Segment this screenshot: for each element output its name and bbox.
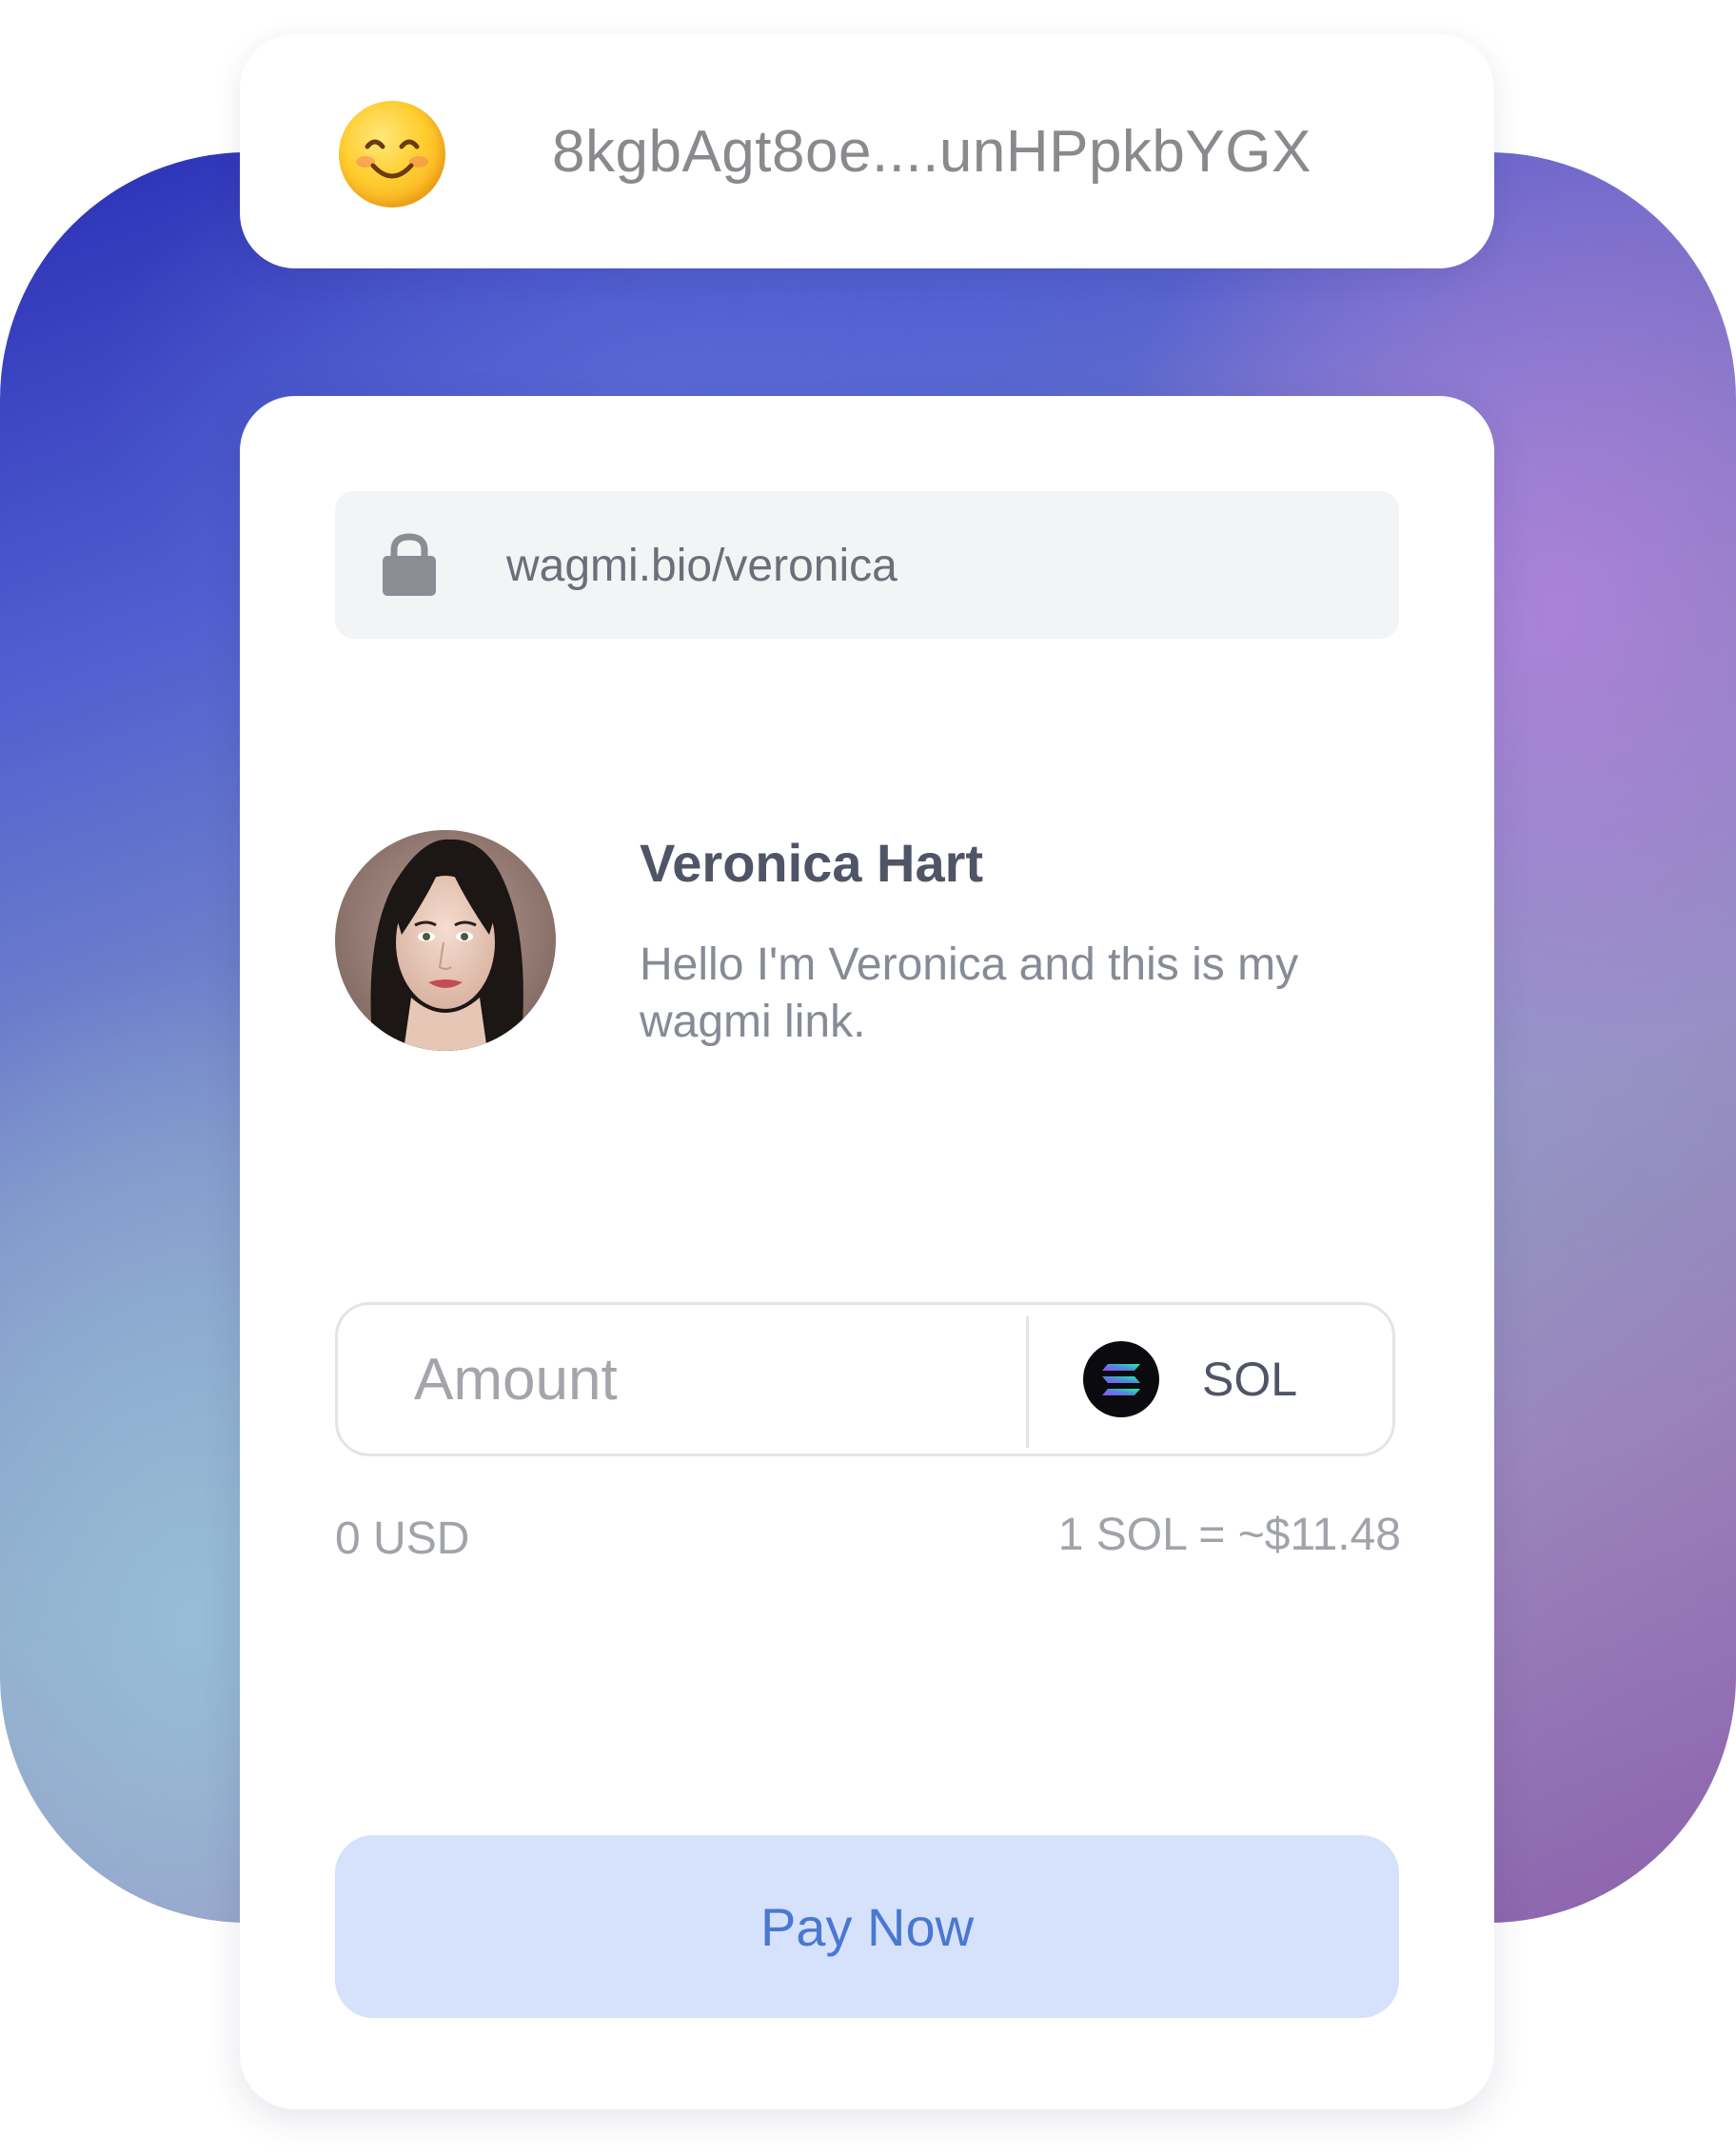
profile-avatar [335,830,556,1051]
exchange-rate: 1 SOL = ~$11.48 [1057,1510,1401,1560]
profile-url: wagmi.bio/veronica [506,541,898,591]
lock-icon [383,533,436,596]
pay-now-button[interactable]: Pay Now [335,1835,1399,2018]
currency-selector[interactable]: SOL [1029,1305,1392,1453]
solana-icon [1083,1341,1159,1417]
payment-card: wagmi.bio/veronica Veronica Hart Hello I… [240,396,1494,2109]
profile-url-bar[interactable]: wagmi.bio/veronica [335,491,1399,639]
amount-input[interactable] [338,1305,1023,1453]
currency-label: SOL [1202,1353,1298,1406]
amount-field-group: SOL [335,1302,1395,1456]
profile-name: Veronica Hart [640,833,984,893]
usd-value: 0 USD [335,1513,470,1564]
smiling-face-icon [339,101,445,208]
profile-bio: Hello I'm Veronica and this is my wagmi … [640,939,1299,1047]
wallet-address: 8kgbAgt8oe....unHPpkbYGX [552,119,1312,185]
